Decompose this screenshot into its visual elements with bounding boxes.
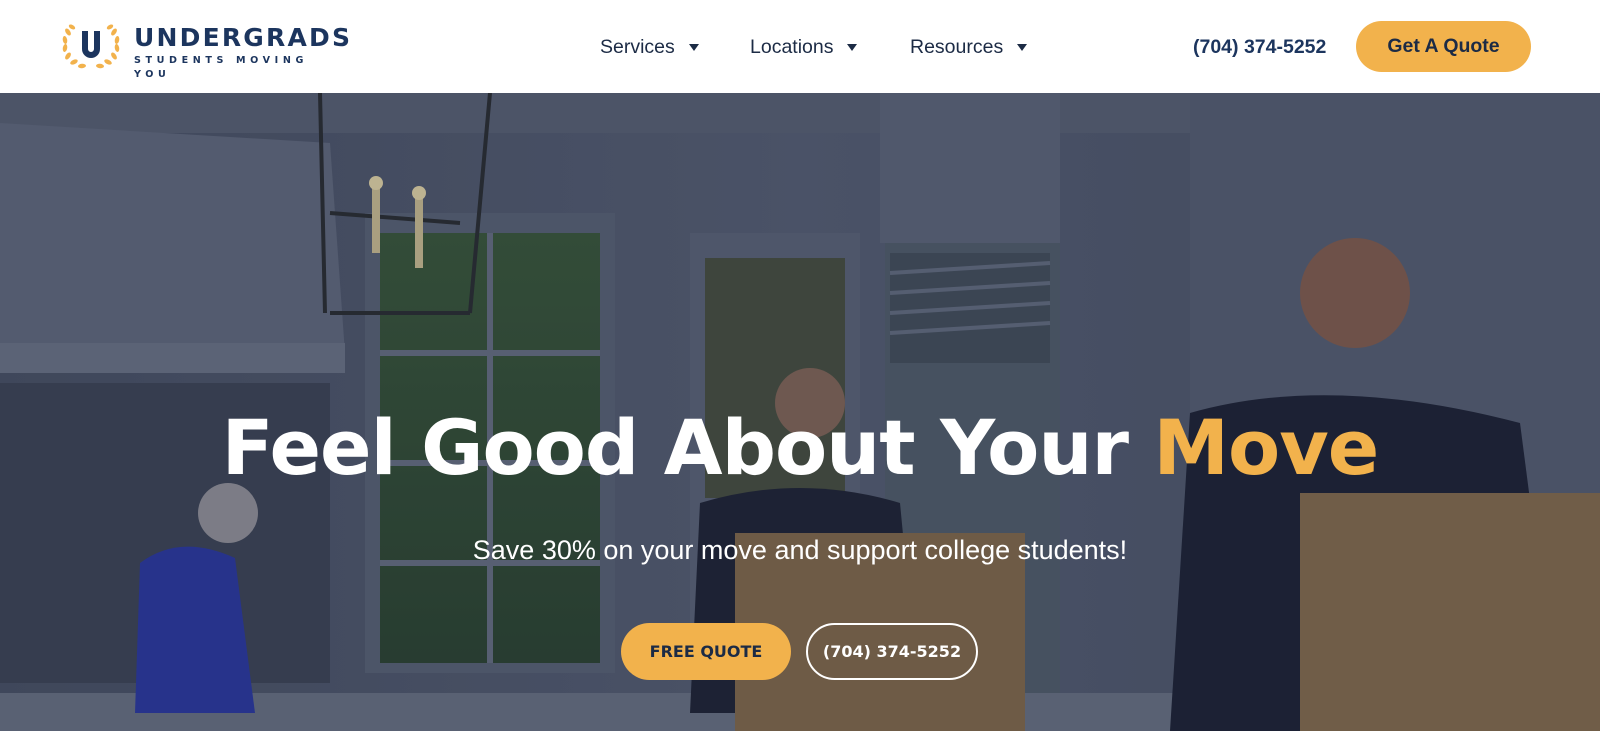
logo-tagline: STUDENTS MOVING YOU [134,55,308,80]
hero-subtitle: Save 30% on your move and support colleg… [472,535,1128,565]
caret-down-icon [1017,43,1028,51]
logo-wordmark: UNDERGRADS [134,23,353,52]
nav-item-label: Resources [910,35,1004,58]
free-quote-button[interactable]: FREE QUOTE [621,623,791,680]
nav-item-locations[interactable]: Locations [750,32,858,62]
get-a-quote-button[interactable]: Get A Quote [1356,21,1531,72]
hero-headline-accent: Move [1153,403,1379,492]
caret-down-icon [847,43,858,51]
caret-down-icon [688,43,699,51]
nav-item-services[interactable]: Services [600,32,699,62]
nav-item-label: Locations [750,35,834,58]
site-logo[interactable]: UNDERGRADS STUDENTS MOVING YOU [60,20,350,80]
header-phone-link[interactable]: (704) 374-5252 [1193,33,1326,61]
logo-text: UNDERGRADS STUDENTS MOVING YOU [134,24,352,82]
nav-item-resources[interactable]: Resources [910,32,1028,62]
site-header: UNDERGRADS STUDENTS MOVING YOU Services … [0,0,1600,93]
hero-headline: Feel Good About Your Move [0,403,1600,493]
nav-item-label: Services [600,35,675,58]
call-phone-button[interactable]: (704) 374-5252 [806,623,978,680]
laurel-wreath-icon [62,24,120,69]
hero-headline-main: Feel Good About Your [221,403,1129,492]
hero-section: Feel Good About Your Move Save 30% on yo… [0,93,1600,731]
